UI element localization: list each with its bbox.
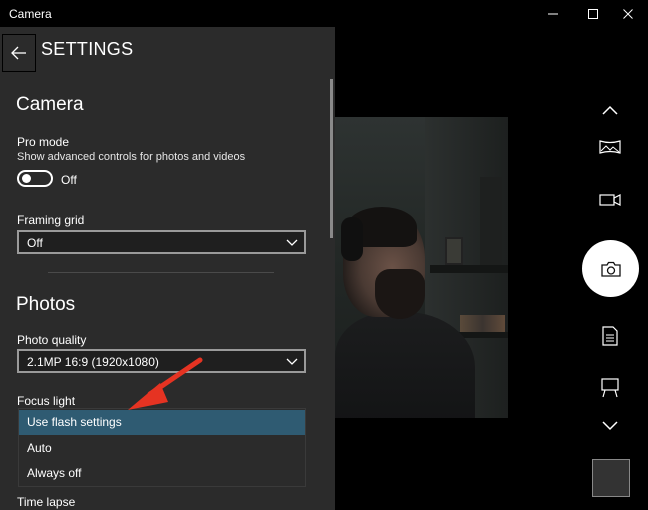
document-mode-button[interactable]	[598, 324, 622, 348]
viewfinder-frame	[445, 237, 463, 265]
viewfinder-items	[460, 315, 505, 332]
whiteboard-icon	[601, 378, 619, 398]
take-photo-button[interactable]	[582, 240, 639, 297]
pro-mode-toggle[interactable]	[17, 170, 53, 187]
title-bar: Camera	[0, 0, 648, 27]
dropdown-option-use-flash-settings[interactable]: Use flash settings	[19, 410, 305, 435]
maximize-icon	[588, 8, 598, 19]
dropdown-option-auto[interactable]: Auto	[19, 436, 305, 461]
settings-panel: SETTINGS Camera Pro mode Show advanced c…	[0, 27, 335, 510]
chevron-up-icon	[602, 105, 618, 115]
viewfinder-person-body	[335, 312, 475, 418]
last-photo-thumbnail[interactable]	[592, 459, 630, 497]
maximize-button[interactable]	[573, 0, 613, 27]
section-divider	[48, 272, 274, 273]
settings-scrollbar[interactable]	[330, 79, 333, 238]
close-button[interactable]	[608, 0, 648, 27]
chevron-down-icon	[602, 421, 618, 431]
chevron-down-icon	[286, 239, 298, 246]
photo-quality-label: Photo quality	[17, 333, 87, 347]
pro-mode-toggle-state: Off	[61, 173, 77, 187]
camera-section-title: Camera	[16, 94, 84, 115]
photo-quality-select[interactable]: 2.1MP 16:9 (1920x1080)	[17, 349, 306, 373]
minimize-icon	[548, 13, 558, 14]
focus-light-label: Focus light	[17, 394, 76, 408]
chevron-down-icon	[286, 358, 298, 365]
viewfinder-object	[480, 177, 502, 267]
pro-mode-description: Show advanced controls for photos and vi…	[17, 151, 246, 163]
focus-light-dropdown: Use flash settings Auto Always off	[18, 408, 306, 487]
viewfinder-shelf	[430, 265, 508, 273]
back-button[interactable]	[2, 34, 36, 72]
pro-mode-label: Pro mode	[17, 135, 70, 149]
document-icon	[602, 326, 618, 346]
camera-viewfinder[interactable]	[335, 117, 508, 418]
panorama-mode-button[interactable]	[596, 136, 624, 158]
scroll-down-button[interactable]	[598, 416, 622, 436]
framing-grid-label: Framing grid	[17, 213, 85, 227]
toggle-knob	[22, 174, 31, 183]
viewfinder-headphone	[341, 217, 363, 261]
close-icon	[623, 8, 633, 19]
arrow-left-icon	[11, 46, 26, 60]
minimize-button[interactable]	[533, 0, 573, 27]
scroll-up-button[interactable]	[598, 100, 622, 120]
time-lapse-label: Time lapse	[17, 495, 76, 509]
viewfinder-person-beard	[375, 269, 425, 319]
panorama-icon	[599, 140, 621, 154]
video-icon	[599, 194, 621, 206]
video-mode-button[interactable]	[596, 189, 624, 211]
photos-section-title: Photos	[16, 294, 76, 315]
settings-title: SETTINGS	[41, 39, 134, 59]
framing-grid-value: Off	[27, 236, 43, 250]
whiteboard-mode-button[interactable]	[597, 376, 623, 400]
framing-grid-select[interactable]: Off	[17, 230, 306, 254]
dropdown-option-always-off[interactable]: Always off	[19, 461, 305, 486]
photo-quality-value: 2.1MP 16:9 (1920x1080)	[27, 355, 159, 369]
camera-icon	[600, 261, 621, 277]
window-title: Camera	[9, 7, 52, 21]
